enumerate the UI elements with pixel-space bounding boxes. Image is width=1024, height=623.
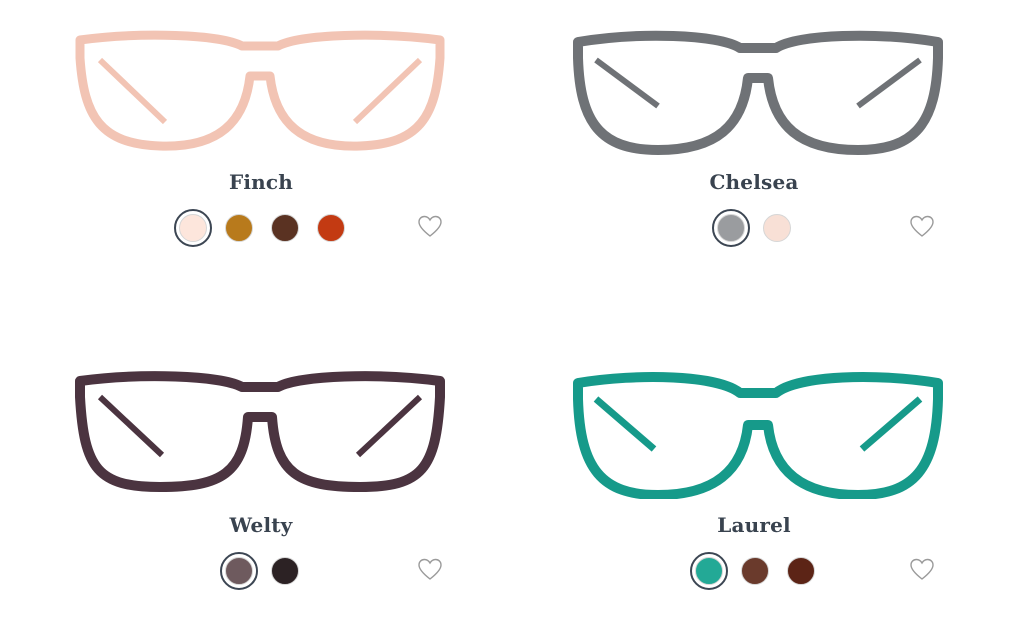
product-card-laurel: Laurel — [512, 343, 1024, 623]
color-swatch[interactable] — [312, 209, 350, 247]
color-swatches — [220, 552, 304, 590]
color-swatch[interactable] — [758, 209, 796, 247]
product-image-laurel[interactable] — [568, 369, 948, 499]
product-name[interactable]: Welty — [0, 513, 522, 537]
color-swatch[interactable] — [266, 209, 304, 247]
color-swatch[interactable] — [690, 552, 728, 590]
color-swatch[interactable] — [712, 209, 750, 247]
product-card-chelsea: Chelsea — [512, 0, 1024, 311]
color-swatches — [712, 209, 796, 247]
heart-icon[interactable] — [909, 214, 935, 240]
color-swatch[interactable] — [266, 552, 304, 590]
product-image-welty[interactable] — [70, 369, 450, 499]
heart-icon[interactable] — [417, 557, 443, 583]
color-swatch[interactable] — [736, 552, 774, 590]
color-swatch[interactable] — [174, 209, 212, 247]
product-card-finch: Finch — [0, 0, 512, 311]
product-image-finch[interactable] — [70, 26, 450, 156]
product-name[interactable]: Chelsea — [512, 170, 996, 194]
heart-icon[interactable] — [909, 557, 935, 583]
color-swatch[interactable] — [220, 209, 258, 247]
color-swatch[interactable] — [220, 552, 258, 590]
product-name[interactable]: Finch — [0, 170, 522, 194]
product-image-chelsea[interactable] — [568, 26, 948, 156]
product-name[interactable]: Laurel — [512, 513, 996, 537]
product-card-welty: Welty — [0, 343, 512, 623]
heart-icon[interactable] — [417, 214, 443, 240]
color-swatch[interactable] — [782, 552, 820, 590]
product-grid: Finch Chelsea Welty Laurel — [0, 0, 1024, 623]
color-swatches — [174, 209, 350, 247]
color-swatches — [690, 552, 820, 590]
